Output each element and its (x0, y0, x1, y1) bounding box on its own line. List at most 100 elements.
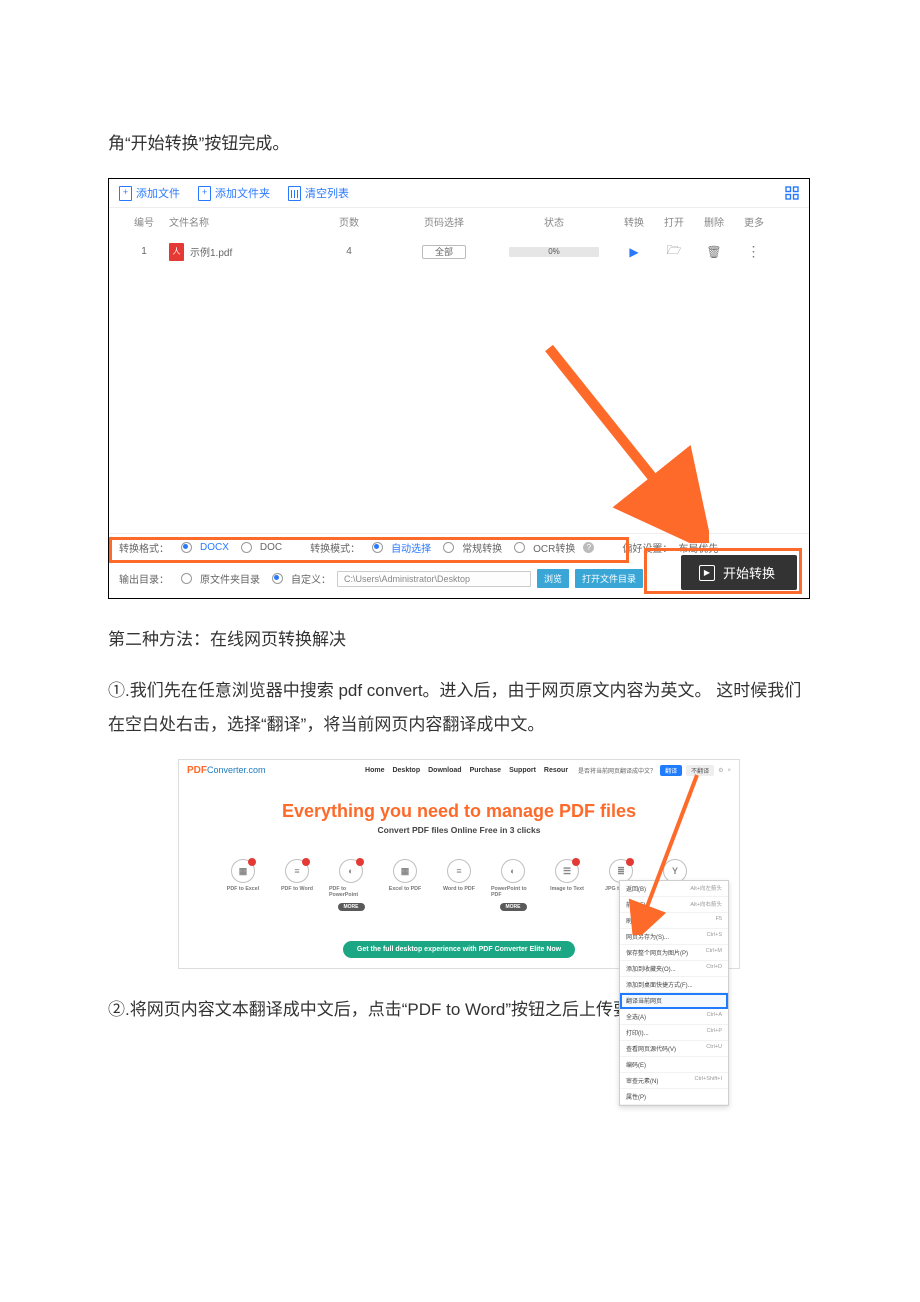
clear-list-label: 清空列表 (305, 185, 349, 201)
mode-label: 转换模式： (310, 540, 360, 555)
radio-doc[interactable] (241, 542, 252, 553)
context-item[interactable]: 全选(A)Ctrl+A (620, 1009, 728, 1025)
open-output-button[interactable]: 打开文件目录 (575, 569, 643, 588)
icon-word-to-pdf[interactable]: ≡Word to PDF (437, 859, 481, 911)
col-open: 打开 (654, 214, 694, 229)
cell-status: 0% (494, 246, 614, 257)
no-translate-button[interactable]: 不翻译 (686, 765, 714, 776)
translate-q: 是否将当前网页翻译成中文？ (578, 766, 656, 775)
web-screenshot: PDFConverter.com Home Desktop Download P… (178, 759, 740, 969)
empty-area (109, 268, 809, 533)
web-nav: Home Desktop Download Purchase Support R… (365, 767, 568, 774)
nav-download[interactable]: Download (428, 767, 461, 774)
context-item[interactable]: 打印(I)...Ctrl+P (620, 1025, 728, 1041)
cta-button[interactable]: Get the full desktop experience with PDF… (343, 941, 575, 958)
col-status: 状态 (494, 214, 614, 229)
opt-normal[interactable]: 常规转换 (462, 540, 502, 555)
nav-support[interactable]: Support (509, 767, 536, 774)
add-file-label: 添加文件 (136, 185, 180, 201)
hero-sub: Convert PDF files Online Free in 3 click… (179, 825, 739, 835)
play-icon: ▶ (629, 245, 638, 259)
cell-more[interactable]: ⋮ (734, 243, 774, 260)
table-header: 编号 文件名称 页数 页码选择 状态 转换 打开 删除 更多 (109, 208, 809, 235)
folder-icon: 🗁 (667, 243, 682, 257)
pref-value[interactable]: 布局优先 (678, 540, 718, 555)
start-convert-button[interactable]: ▶ 开始转换 (681, 555, 797, 590)
opt-orig[interactable]: 原文件夹目录 (200, 571, 260, 586)
icon-ppt-to-pdf[interactable]: ◐PowerPoint to PDF MORE (491, 859, 535, 911)
context-item[interactable]: 添加到收藏夹(O)...Ctrl+D (620, 961, 728, 977)
cell-pagesel[interactable]: 全部 (394, 245, 494, 258)
start-label: 开始转换 (723, 563, 775, 582)
icon-pdf-to-excel[interactable]: ▦ PDF to Excel (221, 859, 265, 911)
context-item[interactable]: 保存整个网页为图片(P)Ctrl+M (620, 945, 728, 961)
cell-convert[interactable]: ▶ (614, 245, 654, 259)
context-item[interactable]: 前进(F)Alt+向右箭头 (620, 897, 728, 913)
radio-normal[interactable] (443, 542, 454, 553)
translate-bar: 是否将当前网页翻译成中文？ 翻译 不翻译 ⚙ × (578, 765, 731, 776)
brand: PDFConverter.com (187, 765, 266, 776)
context-item[interactable]: 添加到桌面快捷方式(F)... (620, 977, 728, 993)
paragraph-method2: 第二种方法：在线网页转换解决 (108, 623, 812, 657)
plus-file-icon (119, 186, 132, 201)
radio-orig[interactable] (181, 573, 192, 584)
context-item[interactable]: 查看网页源代码(V)Ctrl+U (620, 1041, 728, 1057)
col-name: 文件名称 (169, 214, 304, 229)
nav-home[interactable]: Home (365, 767, 384, 774)
radio-auto[interactable] (372, 542, 383, 553)
browse-button[interactable]: 浏览 (537, 569, 569, 588)
nav-desktop[interactable]: Desktop (392, 767, 420, 774)
more-a[interactable]: MORE (338, 903, 365, 911)
opt-custom[interactable]: 自定义： (291, 571, 331, 586)
web-topbar: PDFConverter.com Home Desktop Download P… (179, 760, 739, 781)
cell-name: 示例1.pdf (169, 243, 304, 261)
progress-bar: 0% (509, 247, 599, 257)
radio-ocr[interactable] (514, 542, 525, 553)
col-more: 更多 (734, 214, 774, 229)
context-item[interactable]: 翻译当前网页 (620, 993, 728, 1009)
context-item[interactable]: 返回(B)Alt+向左箭头 (620, 881, 728, 897)
context-item[interactable]: 编码(E) (620, 1057, 728, 1073)
opt-docx[interactable]: DOCX (200, 542, 229, 553)
hero-title: Everything you need to manage PDF files (179, 801, 739, 822)
nav-resour[interactable]: Resour (544, 767, 568, 774)
pref-label: 偏好设置： (622, 540, 672, 555)
page-select-button[interactable]: 全部 (422, 245, 466, 259)
cell-pages: 4 (304, 246, 394, 257)
radio-docx[interactable] (181, 542, 192, 553)
settings-icon[interactable]: ⚙ (718, 767, 723, 774)
context-item[interactable]: 网页另存为(S)...Ctrl+S (620, 929, 728, 945)
format-label: 转换格式： (119, 540, 169, 555)
icon-excel-to-pdf[interactable]: ▦Excel to PDF (383, 859, 427, 911)
app-toolbar: 添加文件 添加文件夹 清空列表 (109, 179, 809, 208)
icon-image-to-text[interactable]: ☰Image to Text (545, 859, 589, 911)
grid-view-icon[interactable] (785, 186, 799, 200)
pdf-icon (169, 243, 184, 261)
help-icon[interactable]: ? (583, 542, 594, 553)
radio-custom[interactable] (272, 573, 283, 584)
paragraph-step1: ①.我们先在任意浏览器中搜索 pdf convert。进入后，由于网页原文内容为… (108, 674, 812, 742)
context-item[interactable]: 属性(P) (620, 1089, 728, 1105)
clear-list-button[interactable]: 清空列表 (288, 185, 349, 201)
cell-id: 1 (119, 246, 169, 257)
icon-pdf-to-ppt[interactable]: ◐ PDF to PowerPoint MORE (329, 859, 373, 911)
context-item[interactable]: 刷新(L)F5 (620, 913, 728, 929)
opt-auto[interactable]: 自动选择 (391, 540, 431, 555)
context-item[interactable]: 审查元素(N)Ctrl+Shift+I (620, 1073, 728, 1089)
col-pagesel: 页码选择 (394, 214, 494, 229)
app-screenshot: 添加文件 添加文件夹 清空列表 编号 文件名称 页数 页码选 (108, 178, 810, 599)
cell-delete[interactable]: 🗑 (694, 245, 734, 259)
close-icon[interactable]: × (727, 768, 731, 774)
nav-purchase[interactable]: Purchase (470, 767, 502, 774)
table-row[interactable]: 1 示例1.pdf 4 全部 0% ▶ 🗁 🗑 ⋮ (109, 235, 809, 268)
opt-ocr[interactable]: OCR转换 (533, 540, 575, 555)
delete-icon: 🗑 (706, 245, 721, 259)
more-b[interactable]: MORE (500, 903, 527, 911)
add-folder-button[interactable]: 添加文件夹 (198, 185, 270, 201)
cell-open[interactable]: 🗁 (654, 241, 694, 262)
translate-button[interactable]: 翻译 (660, 765, 682, 776)
path-input[interactable]: C:\Users\Administrator\Desktop (337, 571, 531, 587)
icon-pdf-to-word[interactable]: ≡ PDF to Word (275, 859, 319, 911)
add-file-button[interactable]: 添加文件 (119, 185, 180, 201)
opt-doc[interactable]: DOC (260, 542, 282, 553)
